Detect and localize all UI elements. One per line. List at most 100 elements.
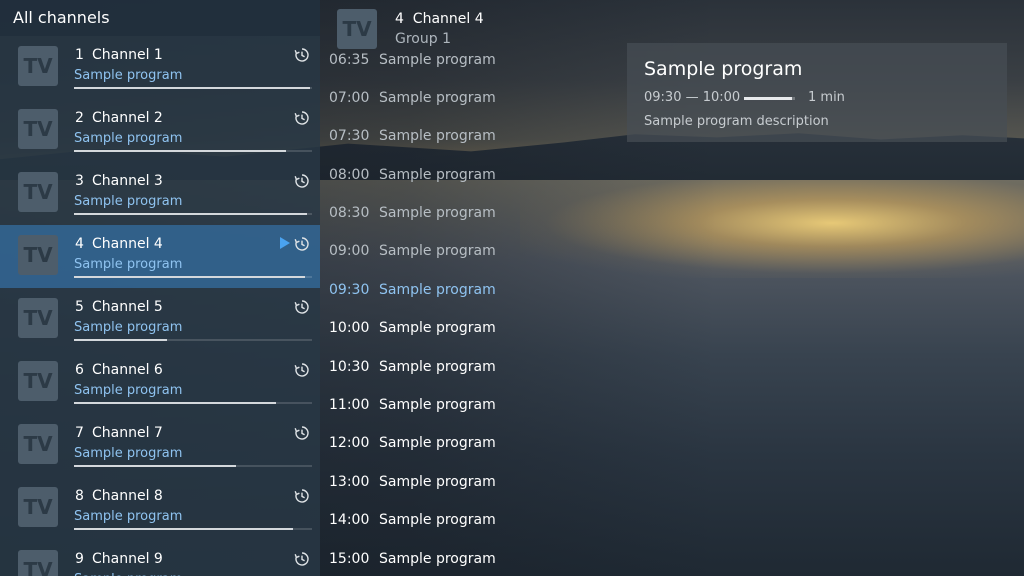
history-icon[interactable] [294, 236, 310, 252]
channel-current-program[interactable]: Sample program [74, 257, 182, 272]
channel-logo-icon: TV [337, 9, 377, 49]
schedule-slot[interactable]: 10:30 Sample program [329, 359, 496, 375]
slot-time: 15:00 [329, 551, 370, 567]
slot-program: Sample program [379, 52, 496, 68]
slot-program: Sample program [379, 435, 496, 451]
channel-name: Channel 6 [92, 362, 163, 378]
schedule-slot[interactable]: 09:30 Sample program [329, 282, 496, 298]
schedule-slot[interactable]: 08:30 Sample program [329, 205, 496, 221]
channel-progress-bar [74, 339, 312, 341]
channel-logo-icon: TV [18, 361, 58, 401]
history-icon[interactable] [294, 110, 310, 126]
slot-time: 08:00 [329, 167, 370, 183]
program-info-description: Sample program description [644, 114, 829, 129]
history-icon[interactable] [294, 173, 310, 189]
schedule-panel: TV 4 Channel 4 Group 1 06:35 Sample progr… [320, 0, 520, 576]
history-icon[interactable] [294, 551, 310, 567]
slot-time: 09:30 [329, 282, 370, 298]
slot-time: 10:00 [329, 320, 370, 336]
channel-logo-icon: TV [18, 235, 58, 275]
slot-program: Sample program [379, 551, 496, 567]
channel-progress-bar [74, 150, 312, 152]
channel-progress-fill [74, 402, 277, 404]
slot-program: Sample program [379, 90, 496, 106]
channel-current-program[interactable]: Sample program [74, 509, 182, 524]
channel-list: TV 1 Channel 1 Sample program TV 2 Channel 2 Sa… [0, 36, 320, 576]
slot-program: Sample program [379, 474, 496, 490]
channel-current-program[interactable]: Sample program [74, 194, 182, 209]
channel-current-program[interactable]: Sample program [74, 68, 182, 83]
channel-logo-icon: TV [18, 46, 58, 86]
program-info-title: Sample program [644, 58, 803, 80]
schedule-channel-title: 4 Channel 4 [395, 11, 484, 27]
channel-progress-bar [74, 276, 312, 278]
channel-progress-bar [74, 213, 312, 215]
history-icon[interactable] [294, 425, 310, 441]
channel-number: 1 [75, 47, 84, 63]
channel-current-program[interactable]: Sample program [74, 446, 182, 461]
background-sun-glow [520, 168, 1024, 278]
slot-time: 07:30 [329, 128, 370, 144]
channel-list-sidebar: All channels TV 1 Channel 1 Sample program T… [0, 0, 320, 576]
channel-progress-fill [74, 528, 293, 530]
play-icon [280, 237, 290, 249]
history-icon[interactable] [294, 299, 310, 315]
channel-current-program[interactable]: Sample program [74, 131, 182, 146]
history-icon[interactable] [294, 47, 310, 63]
schedule-slot[interactable]: 12:00 Sample program [329, 435, 496, 451]
schedule-slot[interactable]: 07:00 Sample program [329, 90, 496, 106]
channel-row[interactable]: TV 2 Channel 2 Sample program [0, 99, 320, 162]
channel-logo-icon: TV [18, 109, 58, 149]
channel-name: Channel 4 [92, 236, 163, 252]
channel-number: 7 [75, 425, 84, 441]
schedule-slot[interactable]: 15:00 Sample program [329, 551, 496, 567]
channel-number: 3 [75, 173, 84, 189]
history-icon[interactable] [294, 488, 310, 504]
schedule-slot[interactable]: 08:00 Sample program [329, 167, 496, 183]
slot-program: Sample program [379, 512, 496, 528]
schedule-slot[interactable]: 06:35 Sample program [329, 52, 496, 68]
channel-current-program[interactable]: Sample program [74, 383, 182, 398]
channel-number: 8 [75, 488, 84, 504]
slot-program: Sample program [379, 359, 496, 375]
channel-row[interactable]: TV 7 Channel 7 Sample program [0, 414, 320, 477]
channel-list-title: All channels [0, 0, 320, 36]
channel-progress-bar [74, 528, 312, 530]
channel-progress-bar [74, 402, 312, 404]
channel-current-program[interactable]: Sample program [74, 572, 182, 576]
channel-current-program[interactable]: Sample program [74, 320, 182, 335]
channel-number: 5 [75, 299, 84, 315]
channel-row[interactable]: TV 4 Channel 4 Sample program [0, 225, 320, 288]
slot-time: 07:00 [329, 90, 370, 106]
schedule-slot[interactable]: 14:00 Sample program [329, 512, 496, 528]
channel-row[interactable]: TV 3 Channel 3 Sample program [0, 162, 320, 225]
channel-row[interactable]: TV 9 Channel 9 Sample program [0, 540, 320, 576]
channel-progress-fill [74, 276, 305, 278]
channel-number: 2 [75, 110, 84, 126]
channel-name: Channel 9 [92, 551, 163, 567]
schedule-slot[interactable]: 10:00 Sample program [329, 320, 496, 336]
channel-number: 9 [75, 551, 84, 567]
slot-time: 11:00 [329, 397, 370, 413]
channel-name: Channel 5 [92, 299, 163, 315]
channel-row[interactable]: TV 6 Channel 6 Sample program [0, 351, 320, 414]
channel-row[interactable]: TV 8 Channel 8 Sample program [0, 477, 320, 540]
slot-program: Sample program [379, 282, 496, 298]
schedule-header: TV 4 Channel 4 Group 1 [320, 0, 520, 54]
channel-row[interactable]: TV 1 Channel 1 Sample program [0, 36, 320, 99]
program-info-duration: 1 min [808, 90, 845, 105]
slot-time: 08:30 [329, 205, 370, 221]
schedule-slot[interactable]: 11:00 Sample program [329, 397, 496, 413]
schedule-slot[interactable]: 09:00 Sample program [329, 243, 496, 259]
schedule-slot[interactable]: 07:30 Sample program [329, 128, 496, 144]
slot-time: 10:30 [329, 359, 370, 375]
channel-number: 4 [75, 236, 84, 252]
channel-logo-icon: TV [18, 550, 58, 576]
schedule-slot[interactable]: 13:00 Sample program [329, 474, 496, 490]
channel-number: 6 [75, 362, 84, 378]
slot-program: Sample program [379, 128, 496, 144]
channel-progress-bar [74, 465, 312, 467]
slot-time: 06:35 [329, 52, 370, 68]
channel-row[interactable]: TV 5 Channel 5 Sample program [0, 288, 320, 351]
history-icon[interactable] [294, 362, 310, 378]
